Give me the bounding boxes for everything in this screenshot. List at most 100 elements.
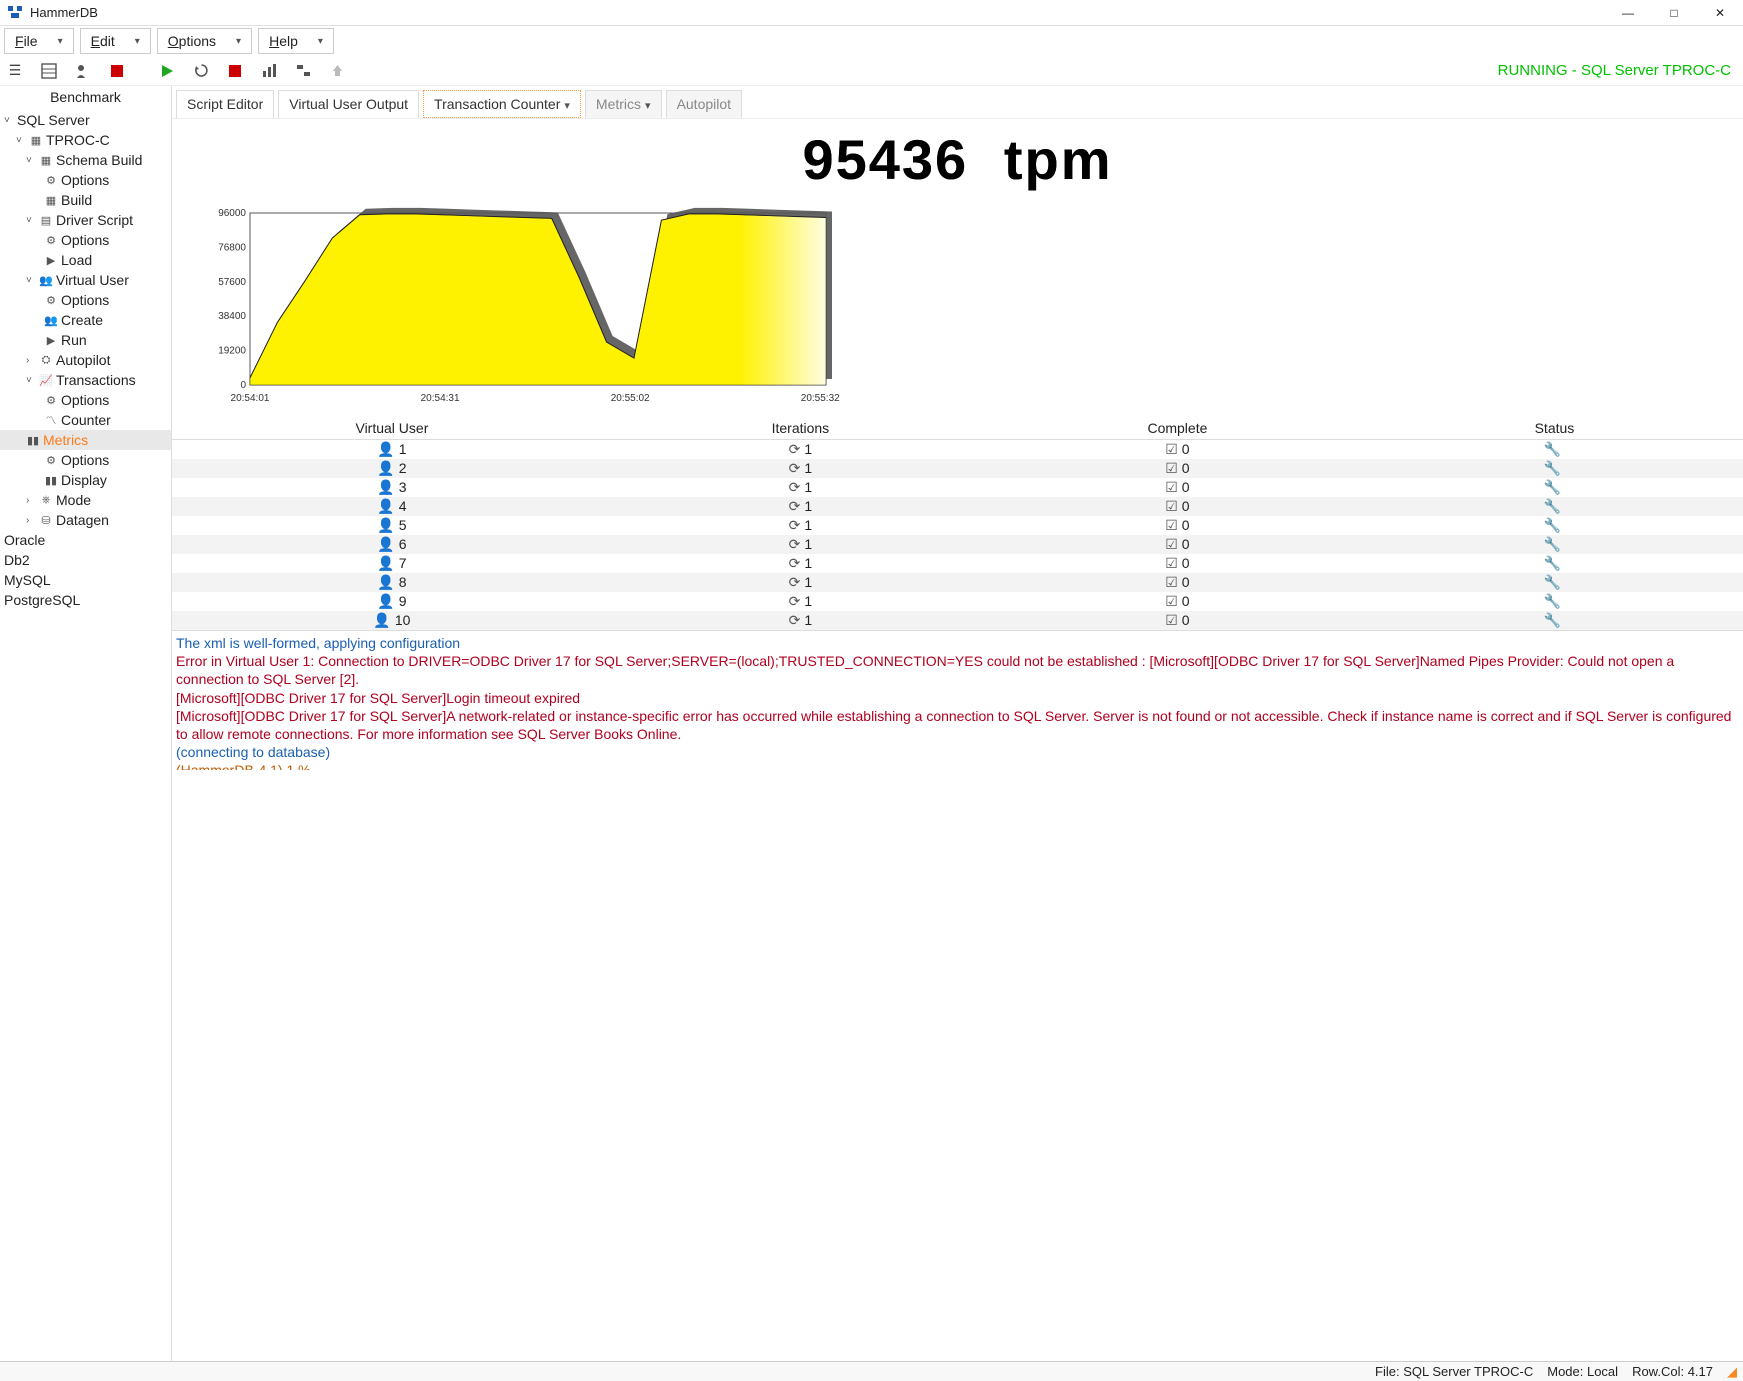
- menu-file[interactable]: File▾: [4, 28, 74, 54]
- wrench-icon: 🔧: [1544, 479, 1561, 495]
- menu-options[interactable]: Options▾: [157, 28, 252, 54]
- vu-header: Virtual User Iterations Complete Status: [172, 417, 1743, 440]
- vu-row: 👤9⟳1☑0🔧: [172, 592, 1743, 611]
- virtual-users-icon[interactable]: [74, 62, 92, 80]
- resize-grip-icon[interactable]: ◢: [1727, 1364, 1737, 1380]
- user-icon: 👤: [377, 517, 394, 533]
- bars-icon: ▮▮: [44, 474, 58, 487]
- log-pane[interactable]: The xml is well-formed, applying configu…: [172, 630, 1743, 770]
- refresh-icon: ⟳: [789, 536, 801, 552]
- vu-row: 👤6⟳1☑0🔧: [172, 535, 1743, 554]
- stop-build-icon[interactable]: [108, 62, 126, 80]
- check-icon: ☑: [1165, 593, 1178, 609]
- grid-icon: ▦: [44, 194, 58, 207]
- wrench-icon: 🔧: [1544, 460, 1561, 476]
- tree-vu-run[interactable]: ▶Run: [0, 330, 171, 350]
- svg-text:38400: 38400: [218, 311, 246, 322]
- metrics-icon[interactable]: [294, 62, 312, 80]
- run-icon[interactable]: [158, 62, 176, 80]
- refresh-icon: ⟳: [789, 460, 801, 476]
- tree-tx-counter[interactable]: 〽Counter: [0, 410, 171, 430]
- log-line: Error in Virtual User 1: Connection to D…: [176, 652, 1739, 688]
- wrench-icon: 🔧: [1544, 612, 1561, 628]
- refresh-icon: ⟳: [789, 555, 801, 571]
- tree-sqlserver[interactable]: ˅SQL Server: [0, 110, 171, 130]
- tree-tprocc[interactable]: ˅▦TPROC-C: [0, 130, 171, 150]
- tree-metrics[interactable]: ▮▮Metrics: [0, 430, 171, 450]
- tree-mode[interactable]: ›⎈Mode: [0, 490, 171, 510]
- tree-m-options[interactable]: ⚙Options: [0, 450, 171, 470]
- chart-icon: 📈: [39, 374, 53, 387]
- check-icon: ☑: [1165, 574, 1178, 590]
- tree-schema-build[interactable]: ˅▦Schema Build: [0, 150, 171, 170]
- check-icon: ☑: [1165, 498, 1178, 514]
- wrench-icon: 🔧: [1544, 555, 1561, 571]
- tab-script-editor[interactable]: Script Editor: [176, 90, 274, 118]
- svg-text:20:55:32: 20:55:32: [801, 393, 840, 404]
- tree-autopilot[interactable]: ›⛭Autopilot: [0, 350, 171, 370]
- tab-autopilot[interactable]: Autopilot: [666, 90, 742, 118]
- vu-row: 👤10⟳1☑0🔧: [172, 611, 1743, 630]
- schema-icon[interactable]: [40, 62, 58, 80]
- log-line: [Microsoft][ODBC Driver 17 for SQL Serve…: [176, 689, 1739, 707]
- svg-text:20:55:02: 20:55:02: [611, 393, 650, 404]
- tree-ds-load[interactable]: ▶Load: [0, 250, 171, 270]
- vu-row: 👤2⟳1☑0🔧: [172, 459, 1743, 478]
- tab-transaction-counter[interactable]: Transaction Counter▾: [423, 90, 581, 118]
- stop-run-icon[interactable]: [226, 62, 244, 80]
- menu-icon[interactable]: ☰: [6, 62, 24, 80]
- tree-virtual-user[interactable]: ˅👥Virtual User: [0, 270, 171, 290]
- chevron-down-icon: ▾: [318, 36, 323, 47]
- status-running: RUNNING - SQL Server TPROC-C: [1498, 62, 1737, 79]
- tree-mysql[interactable]: MySQL: [0, 570, 171, 590]
- chevron-down-icon: ▾: [564, 100, 570, 112]
- tree-tx-options[interactable]: ⚙Options: [0, 390, 171, 410]
- tree-oracle[interactable]: Oracle: [0, 530, 171, 550]
- play-icon: ▶: [44, 254, 58, 267]
- tree-vu-create[interactable]: 👥Create: [0, 310, 171, 330]
- tree-driver-script[interactable]: ˅▤Driver Script: [0, 210, 171, 230]
- grid-icon: ▦: [39, 154, 53, 167]
- wrench-icon: 🔧: [1544, 441, 1561, 457]
- refresh-icon: ⟳: [789, 517, 801, 533]
- svg-text:76800: 76800: [218, 242, 246, 253]
- tree-db2[interactable]: Db2: [0, 550, 171, 570]
- upload-icon[interactable]: [328, 62, 346, 80]
- bars-icon: ▮▮: [26, 434, 40, 447]
- svg-text:20:54:31: 20:54:31: [421, 393, 460, 404]
- tree-sb-options[interactable]: ⚙Options: [0, 170, 171, 190]
- vu-row: 👤3⟳1☑0🔧: [172, 478, 1743, 497]
- status-mode: Mode: Local: [1547, 1364, 1618, 1379]
- tree-postgresql[interactable]: PostgreSQL: [0, 590, 171, 610]
- maximize-button[interactable]: □: [1651, 0, 1697, 26]
- menu-help[interactable]: Help▾: [258, 28, 334, 54]
- close-button[interactable]: ✕: [1697, 0, 1743, 26]
- log-line: (connecting to database): [176, 743, 1739, 761]
- check-icon: ☑: [1165, 536, 1178, 552]
- menu-edit[interactable]: Edit▾: [80, 28, 151, 54]
- tree-vu-options[interactable]: ⚙Options: [0, 290, 171, 310]
- tree-ds-options[interactable]: ⚙Options: [0, 230, 171, 250]
- tree-sb-build[interactable]: ▦Build: [0, 190, 171, 210]
- tpm-display: 95436 tpm: [182, 119, 1733, 199]
- chart-icon[interactable]: [260, 62, 278, 80]
- user-icon: 👤: [377, 593, 394, 609]
- tree-transactions[interactable]: ˅📈Transactions: [0, 370, 171, 390]
- refresh-icon: ⟳: [789, 498, 801, 514]
- area-chart-svg: 0192003840057600768009600020:54:0120:54:…: [212, 205, 832, 405]
- status-rowcol: Row.Col: 4.17: [1632, 1364, 1713, 1379]
- tabs: Script Editor Virtual User Output Transa…: [172, 86, 1743, 119]
- refresh-icon[interactable]: [192, 62, 210, 80]
- minimize-button[interactable]: —: [1605, 0, 1651, 26]
- tree-m-display[interactable]: ▮▮Display: [0, 470, 171, 490]
- tab-metrics[interactable]: Metrics▾: [585, 90, 662, 118]
- tree-datagen[interactable]: ›⛁Datagen: [0, 510, 171, 530]
- tab-virtual-user-output[interactable]: Virtual User Output: [278, 90, 419, 118]
- svg-text:0: 0: [240, 380, 246, 391]
- check-icon: ☑: [1165, 479, 1178, 495]
- sidebar-header: Benchmark: [0, 86, 171, 108]
- tpm-chart: 0192003840057600768009600020:54:0120:54:…: [212, 205, 832, 405]
- user-icon: 👤: [377, 574, 394, 590]
- refresh-icon: ⟳: [789, 574, 801, 590]
- check-icon: ☑: [1165, 555, 1178, 571]
